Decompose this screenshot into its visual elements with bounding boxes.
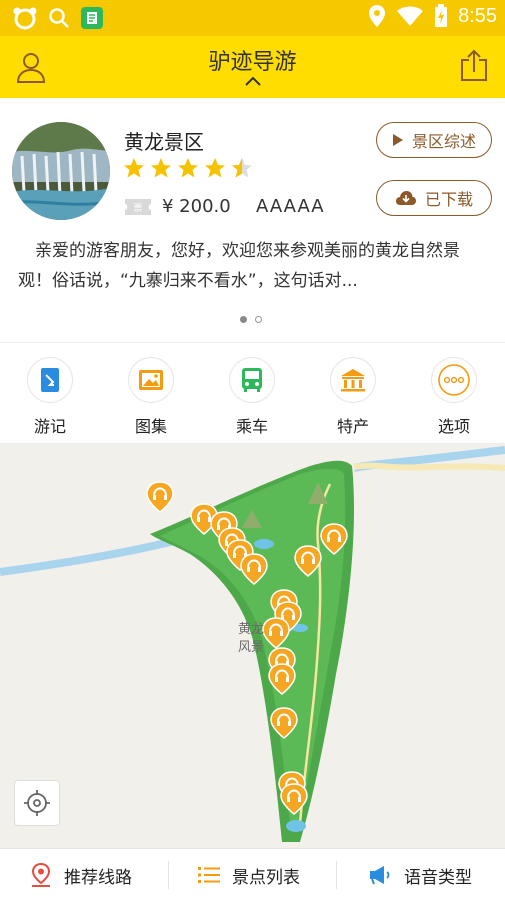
- bus-icon: [242, 368, 262, 392]
- carousel-indicator: [240, 316, 262, 323]
- tab-recommended-routes[interactable]: 推荐线路: [30, 849, 132, 900]
- map-place-label: 风景: [238, 640, 265, 655]
- chevron-up-icon[interactable]: [244, 76, 262, 86]
- scenic-name: 黄龙景区: [124, 130, 204, 154]
- scenic-description[interactable]: 亲爱的游客朋友，您好，欢迎您来参观美丽的黄龙自然景观！俗话说，“九寨归来不看水”…: [18, 236, 490, 296]
- scenic-thumbnail[interactable]: [12, 122, 110, 220]
- tab-label: 景点列表: [232, 867, 300, 888]
- action-label: 特产: [336, 417, 369, 436]
- page-title[interactable]: 驴迹导游: [0, 44, 505, 76]
- specialty-icon: [341, 369, 365, 392]
- overview-button[interactable]: 景区综述: [376, 122, 492, 158]
- action-label: 选项: [437, 417, 470, 436]
- divider: [336, 861, 337, 889]
- overview-label: 景区综述: [411, 132, 476, 151]
- page-dot-active: [240, 316, 247, 323]
- scenic-info: 黄龙景区 票 ¥ 200.0 AAAAA 景区综述 已下载 亲爱的游客朋友，您好…: [0, 98, 505, 342]
- clock: 8:55: [458, 4, 497, 27]
- ticket-tag: 票: [133, 203, 142, 214]
- locate-button[interactable]: [14, 780, 60, 826]
- route-icon: [31, 862, 51, 887]
- action-label: 乘车: [235, 417, 268, 436]
- crosshair-icon: [24, 790, 50, 816]
- download-label: 已下载: [424, 190, 473, 209]
- page-dot: [255, 316, 262, 323]
- action-options[interactable]: 选项: [404, 357, 504, 437]
- voice-icon: [370, 866, 390, 885]
- audio-pin-icon[interactable]: [146, 481, 174, 513]
- scenic-map[interactable]: 黄龙 风景: [0, 444, 505, 848]
- app-notification-icon: [81, 7, 103, 29]
- action-label: 图集: [134, 417, 167, 436]
- cloud-download-icon: [395, 191, 416, 205]
- location-icon: [369, 5, 386, 27]
- status-bar: 8:55: [0, 0, 505, 36]
- star-icon: [178, 158, 198, 178]
- ticket-price: ¥ 200.0: [162, 196, 231, 217]
- search-icon: [49, 8, 69, 28]
- play-icon: [392, 134, 403, 146]
- gallery-icon: [139, 370, 163, 390]
- notification-bear-icon: [13, 7, 37, 30]
- rating-stars: [122, 156, 254, 180]
- wifi-icon: [397, 6, 424, 26]
- share-icon[interactable]: [459, 48, 489, 82]
- action-specialty[interactable]: 特产: [303, 357, 403, 437]
- star-icon: [151, 158, 171, 178]
- divider: [168, 861, 169, 889]
- list-icon: [198, 867, 220, 883]
- action-label: 游记: [33, 417, 66, 436]
- download-button[interactable]: 已下载: [376, 180, 492, 216]
- map-place-label: 黄龙: [238, 622, 265, 637]
- action-gallery[interactable]: 图集: [101, 357, 201, 437]
- star-icon: [124, 158, 144, 178]
- tab-voice-type[interactable]: 语音类型: [368, 849, 472, 900]
- tab-label: 推荐线路: [64, 867, 132, 888]
- bottom-bar: 推荐线路 景点列表 语音类型: [0, 848, 505, 900]
- scenic-grade: AAAAA: [256, 196, 325, 217]
- tab-label: 语音类型: [404, 867, 472, 888]
- action-travel-notes[interactable]: 游记: [0, 357, 100, 437]
- ticket-icon: 票: [125, 199, 151, 215]
- travel-note-icon: [41, 368, 59, 392]
- battery-icon: [435, 4, 448, 27]
- tab-spot-list[interactable]: 景点列表: [198, 849, 300, 900]
- quick-actions: 游记 图集 乘车 特产 选项: [0, 342, 505, 444]
- star-icon: [205, 158, 225, 178]
- half-star-icon: [232, 158, 252, 178]
- app-bar: 驴迹导游: [0, 36, 505, 98]
- more-icon: [438, 364, 470, 396]
- action-bus[interactable]: 乘车: [202, 357, 302, 437]
